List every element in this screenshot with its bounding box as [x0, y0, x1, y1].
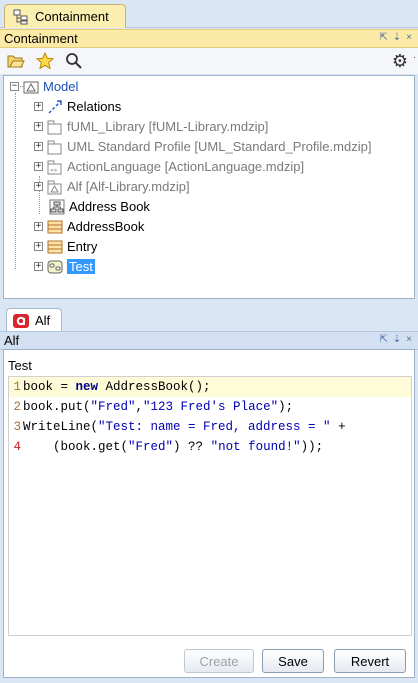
expand-icon[interactable]: +	[34, 262, 43, 271]
tree-node-uml-standard-profile[interactable]: + UML Standard Profile [UML_Standard_Pro…	[34, 137, 371, 156]
model-library-icon	[47, 179, 63, 195]
line-number: 4	[13, 440, 21, 454]
alf-editor-panel: Test 1 book = new AddressBook(); 2 book.…	[3, 349, 415, 678]
class-icon	[47, 219, 63, 235]
top-tab-strip: Containment	[0, 0, 418, 28]
expand-icon[interactable]: +	[34, 162, 43, 171]
close-icon[interactable]: ×	[406, 32, 412, 43]
tree-node-addressbook-class[interactable]: + AddressBook	[34, 217, 144, 236]
tree-node-label: fUML_Library [fUML-Library.mdzip]	[67, 119, 269, 134]
activity-icon	[47, 259, 63, 275]
diagram-icon	[49, 199, 65, 215]
model-icon	[23, 79, 39, 95]
code-text: );	[278, 400, 294, 414]
tree-node-relations[interactable]: + Relations	[34, 97, 121, 116]
tree-node-alf[interactable]: + Alf [Alf-Library.mdzip]	[34, 177, 190, 196]
tab-alf-label: Alf	[35, 313, 51, 328]
tab-containment[interactable]: Containment	[4, 4, 126, 28]
expand-icon[interactable]: +	[34, 182, 43, 191]
tree-node-address-book-diagram[interactable]: Address Book	[34, 197, 150, 216]
code-text: (book.get(	[23, 440, 129, 454]
tree-node-label: Alf [Alf-Library.mdzip]	[67, 179, 190, 194]
line-number: 3	[13, 420, 21, 434]
chevron-down-icon[interactable]: ·	[413, 52, 416, 62]
close-icon[interactable]: ×	[406, 334, 412, 345]
tree-node-label: Address Book	[69, 199, 150, 214]
containment-panel-header: Containment ⇱ ⇣ ×	[0, 29, 418, 48]
package-icon	[47, 119, 63, 135]
tree-node-label: ActionLanguage [ActionLanguage.mdzip]	[67, 159, 305, 174]
package-icon	[47, 139, 63, 155]
tree-node-label: Model	[43, 79, 79, 94]
line-number: 1	[13, 380, 21, 394]
create-button[interactable]: Create	[184, 649, 254, 673]
code-keyword: new	[75, 380, 99, 394]
code-line[interactable]: 2 book.put("Fred", "123 Fred's Place");	[9, 397, 411, 417]
tree-node-entry-class[interactable]: + Entry	[34, 237, 97, 256]
svg-text:«»: «»	[50, 167, 58, 174]
favorite-star-icon[interactable]	[35, 51, 55, 71]
code-string: "Test: name = Fred, address = "	[98, 420, 331, 434]
editor-title: Test	[8, 358, 32, 373]
pin-icon[interactable]: ⇣	[393, 334, 401, 345]
tab-alf[interactable]: Alf	[6, 308, 62, 332]
code-line[interactable]: 4 (book.get("Fred") ?? "not found!"));	[9, 437, 411, 457]
class-icon	[47, 239, 63, 255]
gear-icon[interactable]: ⚙	[392, 51, 408, 72]
tree-node-model[interactable]: − Model	[10, 77, 78, 96]
detach-icon[interactable]: ⇱	[379, 334, 387, 345]
code-editor[interactable]: 1 book = new AddressBook(); 2 book.put("…	[8, 376, 412, 636]
tree-node-actionlanguage[interactable]: + «» ActionLanguage [ActionLanguage.mdzi…	[34, 157, 304, 176]
containment-toolbar: ⚙ ·	[0, 48, 418, 74]
containment-panel-title: Containment	[4, 31, 78, 46]
code-string: "123 Fred's Place"	[143, 400, 279, 414]
expand-icon[interactable]: +	[34, 102, 43, 111]
alf-logo-icon	[13, 313, 29, 329]
relations-icon	[47, 99, 63, 115]
code-text: ) ??	[173, 440, 211, 454]
tree-node-label: Test	[67, 259, 95, 274]
profile-icon: «»	[47, 159, 63, 175]
code-string: "Fred"	[90, 400, 136, 414]
pin-icon[interactable]: ⇣	[393, 32, 401, 43]
tree-node-test-activity[interactable]: + Test	[34, 257, 95, 276]
collapse-icon[interactable]: −	[10, 82, 19, 91]
detach-icon[interactable]: ⇱	[379, 32, 387, 43]
tree-node-label: Entry	[67, 239, 98, 254]
save-button[interactable]: Save	[262, 649, 324, 673]
revert-button[interactable]: Revert	[334, 649, 406, 673]
code-text: ));	[300, 440, 324, 454]
tree-node-label: Relations	[67, 99, 122, 114]
alf-panel-header: Alf ⇱ ⇣ ×	[0, 331, 418, 350]
line-number: 2	[13, 400, 21, 414]
expand-icon[interactable]: +	[34, 142, 43, 151]
containment-tree-icon	[13, 9, 29, 25]
search-icon[interactable]	[64, 51, 84, 71]
open-folder-icon[interactable]	[6, 51, 26, 71]
alf-panel-title: Alf	[4, 333, 20, 348]
code-text: AddressBook();	[98, 380, 211, 394]
tree-node-label: UML Standard Profile [UML_Standard_Profi…	[67, 139, 372, 154]
tab-containment-label: Containment	[35, 9, 109, 24]
code-line[interactable]: 1 book = new AddressBook();	[9, 377, 411, 397]
tree-node-fuml-library[interactable]: + fUML_Library [fUML-Library.mdzip]	[34, 117, 268, 136]
expand-icon[interactable]: +	[34, 222, 43, 231]
code-string: "Fred"	[128, 440, 174, 454]
expand-icon[interactable]: +	[34, 242, 43, 251]
code-text: book =	[23, 380, 76, 394]
code-line[interactable]: 3 WriteLine("Test: name = Fred, address …	[9, 417, 411, 437]
code-text: +	[330, 420, 346, 434]
containment-tree[interactable]: − Model + Relations + fUML_Library [fUML…	[3, 75, 415, 299]
code-text: WriteLine(	[23, 420, 99, 434]
code-text: ,	[135, 400, 144, 414]
code-text: book.put(	[23, 400, 91, 414]
code-string: "not found!"	[210, 440, 301, 454]
tree-node-label: AddressBook	[67, 219, 145, 234]
expand-icon[interactable]: +	[34, 122, 43, 131]
